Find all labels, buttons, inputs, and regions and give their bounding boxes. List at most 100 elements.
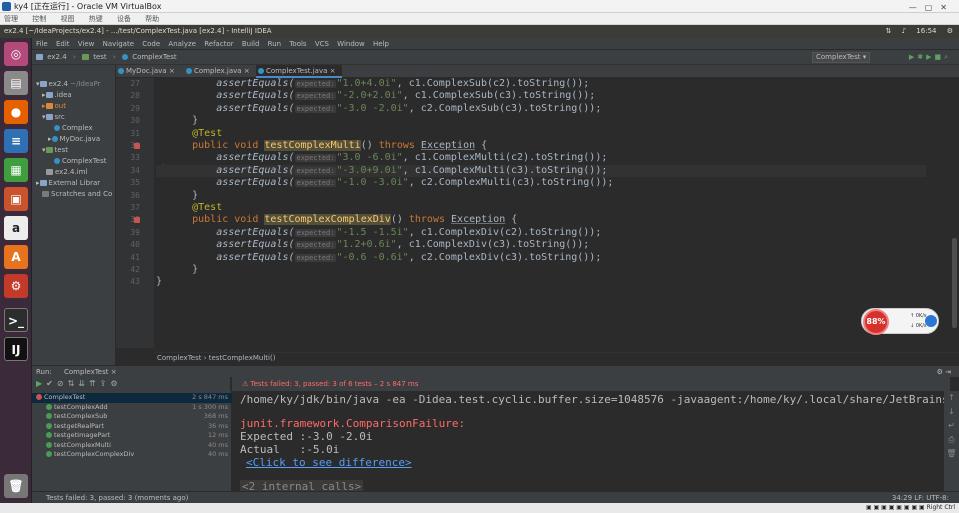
- volume-icon[interactable]: ♪: [902, 27, 906, 35]
- test-row[interactable]: testgetImagePart 12 ms: [32, 431, 232, 441]
- console-side-toolbar: ↑ ↓ ↵ ⎙ 🗑: [944, 391, 959, 491]
- code-line-40: assertEquals(expected: "1.2+0.6i", c1.Com…: [216, 239, 590, 251]
- menu-window[interactable]: Window: [337, 40, 365, 48]
- test-passed-icon: [46, 451, 52, 457]
- test-row[interactable]: testgetRealPart 36 ms: [32, 422, 232, 432]
- scratches-icon: [42, 191, 49, 197]
- tab-mydoc[interactable]: MyDoc.java ×: [116, 65, 182, 78]
- vbox-menu-item[interactable]: 控制: [32, 15, 46, 23]
- firefox-icon[interactable]: ●: [4, 100, 28, 124]
- tab-complextest[interactable]: ComplexTest.java ×: [256, 65, 342, 78]
- console-expected: Expected :-3.0 -2.0i: [240, 430, 373, 443]
- intellij-icon[interactable]: IJ: [4, 337, 28, 361]
- menu-tools[interactable]: Tools: [289, 40, 306, 48]
- tree-item-mydoc[interactable]: ▸ MyDoc.java: [48, 134, 100, 145]
- menu-vcs[interactable]: VCS: [315, 40, 329, 48]
- menu-help[interactable]: Help: [373, 40, 389, 48]
- tree-item-project[interactable]: ▾ ex2.4 ~/IdeaPr: [36, 79, 101, 90]
- vbox-menu-item[interactable]: 热键: [89, 15, 103, 23]
- menu-file[interactable]: File: [36, 40, 48, 48]
- console-output[interactable]: /home/ky/jdk/bin/java -ea -Didea.test.cy…: [232, 391, 959, 493]
- sort-icon[interactable]: ⇅: [68, 379, 79, 388]
- tree-item-test[interactable]: ▾ test: [42, 145, 68, 156]
- chevron-right-icon: ›: [72, 53, 76, 61]
- trash-icon[interactable]: 🗑: [4, 474, 28, 498]
- nav-crumb-folder[interactable]: test: [93, 53, 106, 61]
- toolbar-run-icons[interactable]: ▶✱▶■⌕: [909, 50, 951, 65]
- menu-navigate[interactable]: Navigate: [103, 40, 134, 48]
- console-command: /home/ky/jdk/bin/java -ea -Didea.test.cy…: [240, 393, 959, 406]
- test-row[interactable]: testComplexSub 368 ms: [32, 412, 232, 422]
- run-test-gutter-icon[interactable]: [134, 217, 140, 223]
- tree-item-out[interactable]: ▸ out: [42, 101, 66, 112]
- scrollbar-thumb[interactable]: [952, 238, 957, 328]
- menu-view[interactable]: View: [78, 40, 95, 48]
- test-passed-icon: [46, 441, 52, 448]
- software-center-icon[interactable]: A: [4, 245, 28, 269]
- network-icon[interactable]: ⇅: [885, 27, 891, 35]
- menu-build[interactable]: Build: [242, 40, 260, 48]
- param-hint: expected:: [294, 92, 337, 101]
- expand-all-icon[interactable]: ⇊: [78, 379, 89, 388]
- chevron-right-icon: ›: [112, 53, 116, 61]
- run-configuration-select[interactable]: ComplexTest ▾: [812, 52, 871, 63]
- upload-speed: ↑ 0K/s: [910, 313, 927, 319]
- arrow-down-icon[interactable]: ↓: [944, 405, 959, 419]
- ubuntu-dash-icon[interactable]: ◎: [4, 42, 28, 66]
- tree-item-complex[interactable]: Complex: [54, 123, 93, 134]
- soft-wrap-icon[interactable]: ↵: [944, 419, 959, 433]
- tree-item-external-libraries[interactable]: ▸ External Librar: [36, 178, 100, 189]
- run-test-gutter-icon[interactable]: [134, 143, 140, 149]
- test-row[interactable]: testComplexAdd 1 s 300 ms: [32, 403, 232, 413]
- folder-icon: [81, 54, 89, 60]
- print-icon[interactable]: ⎙: [944, 433, 959, 447]
- menu-refactor[interactable]: Refactor: [204, 40, 233, 48]
- run-tab-complextest[interactable]: ComplexTest ×: [64, 368, 117, 376]
- delete-icon[interactable]: 🗑: [944, 447, 959, 461]
- code-editor[interactable]: assertEquals(expected: "1.0+4.0i", c1.Com…: [156, 78, 926, 348]
- tree-item-scratches[interactable]: Scratches and Co: [42, 189, 112, 200]
- editor-scrollbar[interactable]: [950, 78, 959, 348]
- settings-icon[interactable]: ⚙: [110, 379, 121, 388]
- show-passed-icon[interactable]: ✔: [46, 379, 57, 388]
- vbox-menu-item[interactable]: 视图: [60, 15, 74, 23]
- nav-crumb-project[interactable]: ex2.4: [47, 53, 66, 61]
- folder-icon: [45, 103, 53, 109]
- test-row[interactable]: testComplexComplexDiv 40 ms: [32, 450, 232, 460]
- files-icon[interactable]: ▤: [4, 71, 28, 95]
- tree-item-idea[interactable]: ▸ .idea: [42, 90, 72, 101]
- export-icon[interactable]: ⇪: [100, 379, 111, 388]
- terminal-icon[interactable]: >_: [4, 308, 28, 332]
- folder-icon: [45, 114, 53, 120]
- vbox-menu-item[interactable]: 设备: [117, 15, 131, 23]
- menu-run[interactable]: Run: [268, 40, 281, 48]
- gear-icon[interactable]: ⚙: [947, 27, 953, 35]
- tree-item-iml[interactable]: ex2.4.iml: [46, 167, 87, 178]
- see-difference-link[interactable]: <Click to see difference>: [246, 456, 412, 469]
- calc-icon[interactable]: ▦: [4, 158, 28, 182]
- collapse-all-icon[interactable]: ⇈: [89, 379, 100, 388]
- run-tool-window-header: Run: ComplexTest × ⚙ ⇥: [32, 365, 959, 377]
- settings-icon[interactable]: ⚙: [4, 274, 28, 298]
- test-row[interactable]: testComplexMulti 40 ms: [32, 441, 232, 451]
- vbox-menu-item[interactable]: 管理: [4, 15, 18, 23]
- clock[interactable]: 16:54: [916, 27, 936, 35]
- code-line-36: }: [192, 189, 199, 201]
- tab-complex[interactable]: Complex.java ×: [184, 65, 254, 78]
- network-speed-widget[interactable]: 88% ↑ 0K/s ↓ 0K/s: [861, 308, 939, 335]
- menu-edit[interactable]: Edit: [56, 40, 70, 48]
- vbox-menu-item[interactable]: 帮助: [145, 15, 159, 23]
- impress-icon[interactable]: ▣: [4, 187, 28, 211]
- nav-crumb-file[interactable]: ComplexTest: [132, 53, 177, 61]
- rerun-icon[interactable]: ▶: [36, 379, 46, 388]
- tree-item-src[interactable]: ▾ src: [42, 112, 65, 123]
- amazon-icon[interactable]: a: [4, 216, 28, 240]
- editor-breadcrumb[interactable]: ComplexTest › testComplexMulti(): [154, 352, 959, 363]
- menu-analyze[interactable]: Analyze: [168, 40, 196, 48]
- test-row[interactable]: ComplexTest 2 s 847 ms: [32, 393, 232, 403]
- tree-item-complextest[interactable]: ComplexTest: [54, 156, 107, 167]
- show-ignored-icon[interactable]: ⊘: [57, 379, 68, 388]
- menu-code[interactable]: Code: [142, 40, 160, 48]
- writer-icon[interactable]: ≡: [4, 129, 28, 153]
- arrow-up-icon[interactable]: ↑: [944, 391, 959, 405]
